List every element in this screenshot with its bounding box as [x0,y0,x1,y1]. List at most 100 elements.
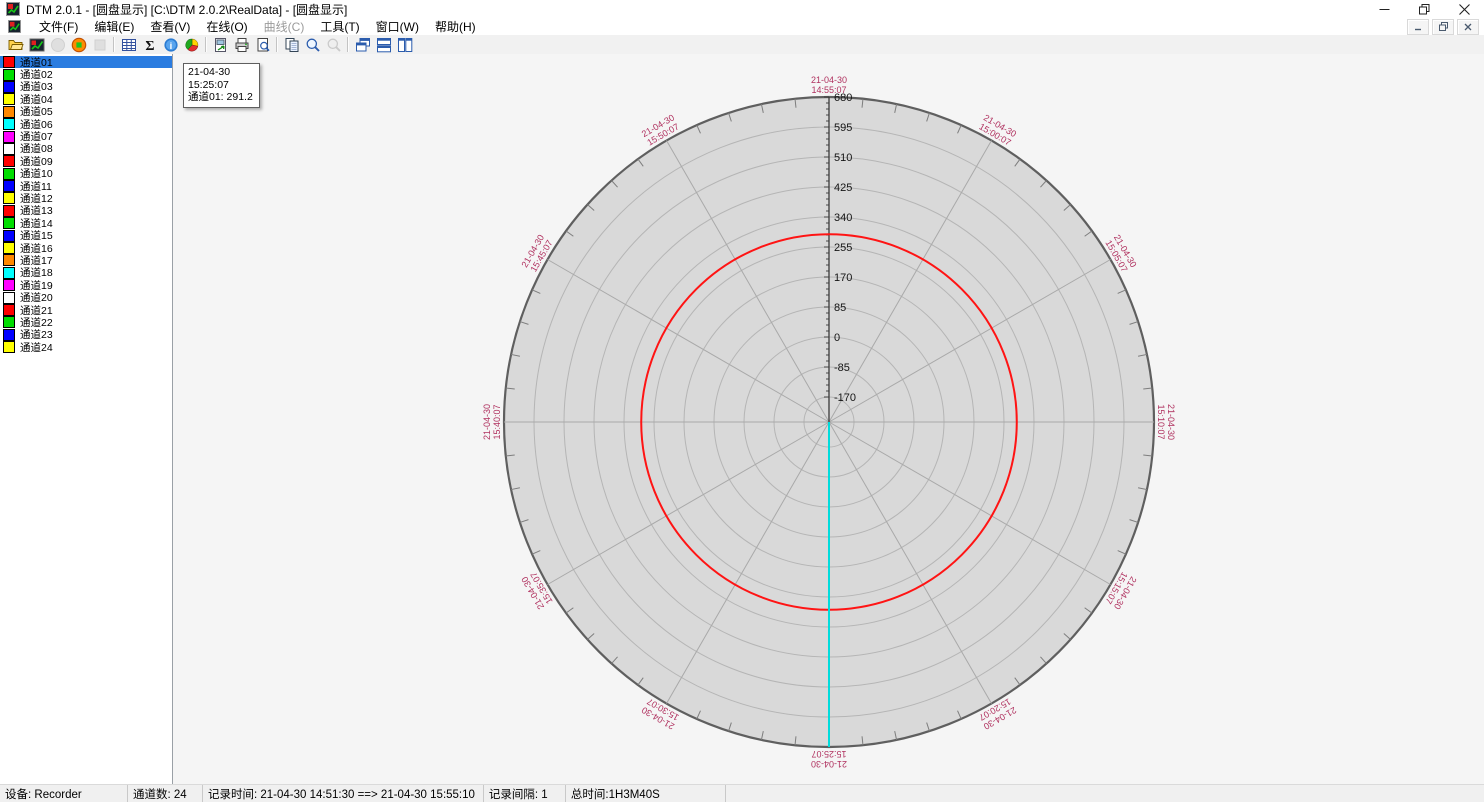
channel-label: 通道24 [20,340,53,355]
axis-tick-label: 85 [834,302,846,314]
channel-color-swatch [3,192,15,204]
restore-button[interactable] [1404,0,1444,18]
channel-color-swatch [3,304,15,316]
time-label: 21-04-3015:10:07 [1156,404,1176,440]
data-tooltip: 21-04-30 15:25:07 通道01: 291.2 [183,63,260,108]
axis-tick-label: 425 [834,182,852,194]
svg-text:Σ: Σ [145,39,154,53]
axis-tick-label: 340 [834,212,852,224]
record-idle-icon [47,36,68,54]
menu-item-view[interactable]: 查看(V) [142,20,198,34]
axis-tick-label: 510 [834,152,852,164]
print-preview-icon[interactable] [252,36,273,54]
open-folder-icon[interactable] [5,36,26,54]
status-rec-time: 记录时间: 21-04-30 14:51:30 ==> 21-04-30 15:… [203,785,484,802]
channel-color-swatch [3,242,15,254]
channel-item[interactable]: 通道24 [0,341,172,353]
sigma-icon[interactable]: Σ [139,36,160,54]
time-label-date: 21-04-30 [482,404,492,440]
channel-color-swatch [3,279,15,291]
toolbar-separator [347,37,349,52]
channel-color-swatch [3,93,15,105]
chart-area: 21-04-30 15:25:07 通道01: 291.2 6805955104… [173,54,1484,785]
channel-color-swatch [3,155,15,167]
menu-item-file[interactable]: 文件(F) [31,20,86,34]
app-logo-icon [6,2,20,16]
axis-tick-label: 255 [834,242,852,254]
time-label: 21-04-3015:40:07 [482,404,502,440]
time-label-time: 15:10:07 [1156,404,1166,439]
channel-color-swatch [3,316,15,328]
window-title: DTM 2.0.1 - [圆盘显示] [C:\DTM 2.0.2\RealDat… [26,1,347,18]
status-channels: 通道数: 24 [128,785,203,802]
axis-tick-label: -170 [834,392,856,404]
tile-vertical-icon[interactable] [394,36,415,54]
stop-icon [89,36,110,54]
channel-color-swatch [3,118,15,130]
toolbar-separator [276,37,278,52]
status-interval: 记录间隔: 1 [484,785,566,802]
status-device: 设备: Recorder [0,785,128,802]
zoom-out-icon [323,36,344,54]
time-label-date: 21-04-30 [1166,404,1176,440]
mdi-close-button[interactable] [1457,19,1479,35]
close-button[interactable] [1444,0,1484,18]
menu-item-curve: 曲线(C) [256,20,313,34]
time-label-date: 21-04-30 [811,75,847,85]
channel-color-swatch [3,81,15,93]
status-bar: 设备: Recorder通道数: 24记录时间: 21-04-30 14:51:… [0,784,1484,802]
tooltip-value: 通道01: 291.2 [188,91,253,104]
time-label-time: 14:55:07 [811,85,846,95]
channel-color-swatch [3,56,15,68]
channel-color-swatch [3,292,15,304]
menu-item-edit[interactable]: 编辑(E) [86,20,142,34]
channel-color-swatch [3,254,15,266]
channel-color-swatch [3,341,15,353]
application-window: DTM 2.0.1 - [圆盘显示] [C:\DTM 2.0.2\RealDat… [0,0,1484,802]
axis-tick-label: 0 [834,332,840,344]
tooltip-time: 15:25:07 [188,79,253,92]
time-label: 21-04-3015:25:07 [811,749,847,769]
printer-icon[interactable] [231,36,252,54]
axis-tick-label: -85 [834,362,850,374]
mdi-restore-button[interactable] [1432,19,1454,35]
toolbar-separator [113,37,115,52]
trend-chart-icon[interactable] [26,36,47,54]
channel-color-swatch [3,230,15,242]
channel-color-swatch [3,69,15,81]
time-label-date: 21-04-30 [811,759,847,769]
info-icon[interactable]: i [160,36,181,54]
record-active-icon[interactable] [68,36,89,54]
channel-color-swatch [3,106,15,118]
channel-color-swatch [3,168,15,180]
status-total-time: 总时间:1H3M40S [566,785,726,802]
minimize-button[interactable] [1364,0,1404,18]
time-label-time: 15:25:07 [811,749,846,759]
time-label: 21-04-3014:55:07 [811,75,847,95]
menu-item-help[interactable]: 帮助(H) [427,20,484,34]
mdi-document-icon [8,20,21,33]
channel-color-swatch [3,180,15,192]
title-bar: DTM 2.0.1 - [圆盘显示] [C:\DTM 2.0.2\RealDat… [0,0,1484,18]
time-label-time: 15:40:07 [492,404,502,439]
mdi-minimize-button[interactable] [1407,19,1429,35]
zoom-icon[interactable] [302,36,323,54]
tile-horizontal-icon[interactable] [373,36,394,54]
channel-color-swatch [3,329,15,341]
data-grid-icon[interactable] [118,36,139,54]
copy-icon[interactable] [281,36,302,54]
export-image-icon[interactable] [210,36,231,54]
menu-item-tools[interactable]: 工具(T) [312,20,367,34]
channel-list: 通道01通道02通道03通道04通道05通道06通道07通道08通道09通道10… [0,54,173,785]
menu-item-online[interactable]: 在线(O) [198,20,255,34]
channel-color-swatch [3,267,15,279]
menu-bar: 文件(F)编辑(E)查看(V)在线(O)曲线(C)工具(T)窗口(W)帮助(H) [0,18,1484,35]
svg-text:i: i [169,40,172,51]
channel-color-swatch [3,205,15,217]
tool-bar: Σi [0,35,1484,55]
cascade-windows-icon[interactable] [352,36,373,54]
polar-chart[interactable]: 680595510425340255170850-85-17021-04-301… [173,54,1484,785]
menu-item-window[interactable]: 窗口(W) [368,20,427,34]
pie-chart-icon[interactable] [181,36,202,54]
toolbar-separator [205,37,207,52]
